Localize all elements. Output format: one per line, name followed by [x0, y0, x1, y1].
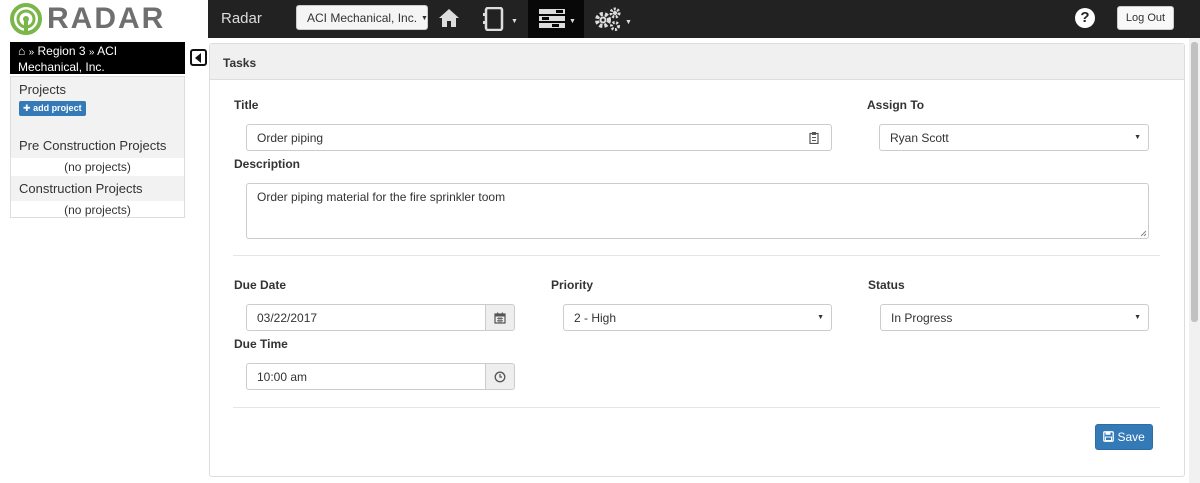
collapse-sidebar-button[interactable]: [190, 49, 207, 66]
status-value: In Progress: [891, 311, 953, 325]
save-icon: [1103, 431, 1114, 442]
due-time-value: 10:00 am: [257, 370, 308, 384]
resize-handle-icon[interactable]: [1140, 230, 1147, 237]
list-icon: [539, 9, 565, 28]
status-select[interactable]: In Progress ▼: [880, 304, 1149, 331]
caret-down-icon: ▼: [421, 15, 428, 22]
home-icon: [439, 9, 459, 27]
plus-icon: ✚: [23, 103, 31, 113]
clock-icon: [494, 371, 506, 383]
device-nav-button[interactable]: ▼: [482, 4, 518, 34]
projects-header-label: Projects: [19, 82, 66, 97]
logo-text: RADAR: [47, 2, 166, 35]
scrollbar-thumb[interactable]: [1191, 42, 1198, 322]
page-scrollbar[interactable]: [1189, 38, 1200, 483]
divider: [233, 407, 1160, 408]
save-button[interactable]: Save: [1095, 424, 1153, 450]
divider: [233, 255, 1160, 256]
assign-to-label: Assign To: [867, 98, 925, 112]
calendar-button[interactable]: [485, 304, 515, 331]
add-project-button[interactable]: ✚ add project: [19, 101, 86, 116]
title-input-value: Order piping: [257, 131, 324, 145]
calendar-icon: [494, 312, 506, 324]
due-time-label: Due Time: [234, 337, 288, 351]
radar-logo[interactable]: RADAR: [10, 2, 188, 36]
assign-to-select[interactable]: Ryan Scott ▼: [879, 124, 1149, 151]
caret-down-icon: ▼: [625, 19, 632, 26]
device-icon: [483, 6, 504, 32]
caret-down-icon: ▼: [1134, 314, 1141, 321]
status-label: Status: [868, 278, 905, 292]
breadcrumb-separator-icon: »: [28, 47, 35, 58]
due-date-label: Due Date: [234, 278, 287, 292]
description-value: Order piping material for the fire sprin…: [257, 190, 506, 204]
title-input[interactable]: Order piping: [246, 124, 832, 151]
due-time-input[interactable]: 10:00 am: [246, 363, 486, 390]
save-label: Save: [1117, 430, 1145, 444]
due-date-input[interactable]: 03/22/2017: [246, 304, 486, 331]
caret-down-icon: ▼: [569, 18, 576, 25]
help-icon[interactable]: ?: [1075, 8, 1095, 28]
caret-down-icon: ▼: [817, 314, 824, 321]
priority-label: Priority: [551, 278, 594, 292]
caret-down-icon: ▼: [1134, 134, 1141, 141]
home-icon[interactable]: ⌂: [18, 44, 25, 58]
empty-projects-text: (no projects): [64, 160, 131, 174]
breadcrumb-separator-icon: »: [88, 47, 95, 58]
home-nav-button[interactable]: [438, 4, 464, 34]
breadcrumb: ⌂ » Region 3 » ACI Mechanical, Inc.: [10, 42, 185, 74]
breadcrumb-region[interactable]: Region 3: [38, 44, 86, 58]
description-textarea[interactable]: Order piping material for the fire sprin…: [246, 183, 1149, 239]
gears-icon: [595, 7, 621, 31]
project-sidebar: Projects ✚ add project Pre Construction …: [10, 76, 185, 218]
empty-projects-text: (no projects): [64, 203, 131, 217]
clipboard-icon[interactable]: [809, 132, 819, 144]
add-project-label: add project: [33, 103, 82, 113]
sidebar-section-construction[interactable]: Construction Projects: [11, 176, 184, 201]
sidebar-section-pre-construction[interactable]: Pre Construction Projects: [11, 133, 184, 158]
projects-header: Projects ✚ add project: [11, 77, 184, 127]
task-panel: Tasks: [209, 43, 1185, 477]
panel-title: Tasks: [210, 44, 1184, 80]
assign-to-value: Ryan Scott: [890, 131, 949, 145]
time-picker-button[interactable]: [485, 363, 515, 390]
description-label: Description: [234, 157, 301, 171]
priority-select[interactable]: 2 - High ▼: [563, 304, 832, 331]
company-selector-label: ACI Mechanical, Inc.: [307, 11, 418, 25]
due-date-value: 03/22/2017: [257, 311, 318, 325]
title-label: Title: [234, 98, 259, 112]
radar-logo-icon: [10, 3, 42, 35]
priority-value: 2 - High: [574, 311, 617, 325]
list-nav-button[interactable]: ▼: [528, 0, 584, 38]
caret-down-icon: ▼: [511, 18, 518, 25]
settings-nav-button[interactable]: ▼: [594, 4, 634, 34]
logout-button[interactable]: Log Out: [1117, 6, 1174, 30]
brand-label[interactable]: Radar: [221, 10, 262, 27]
company-selector[interactable]: ACI Mechanical, Inc. ▼: [296, 5, 428, 30]
